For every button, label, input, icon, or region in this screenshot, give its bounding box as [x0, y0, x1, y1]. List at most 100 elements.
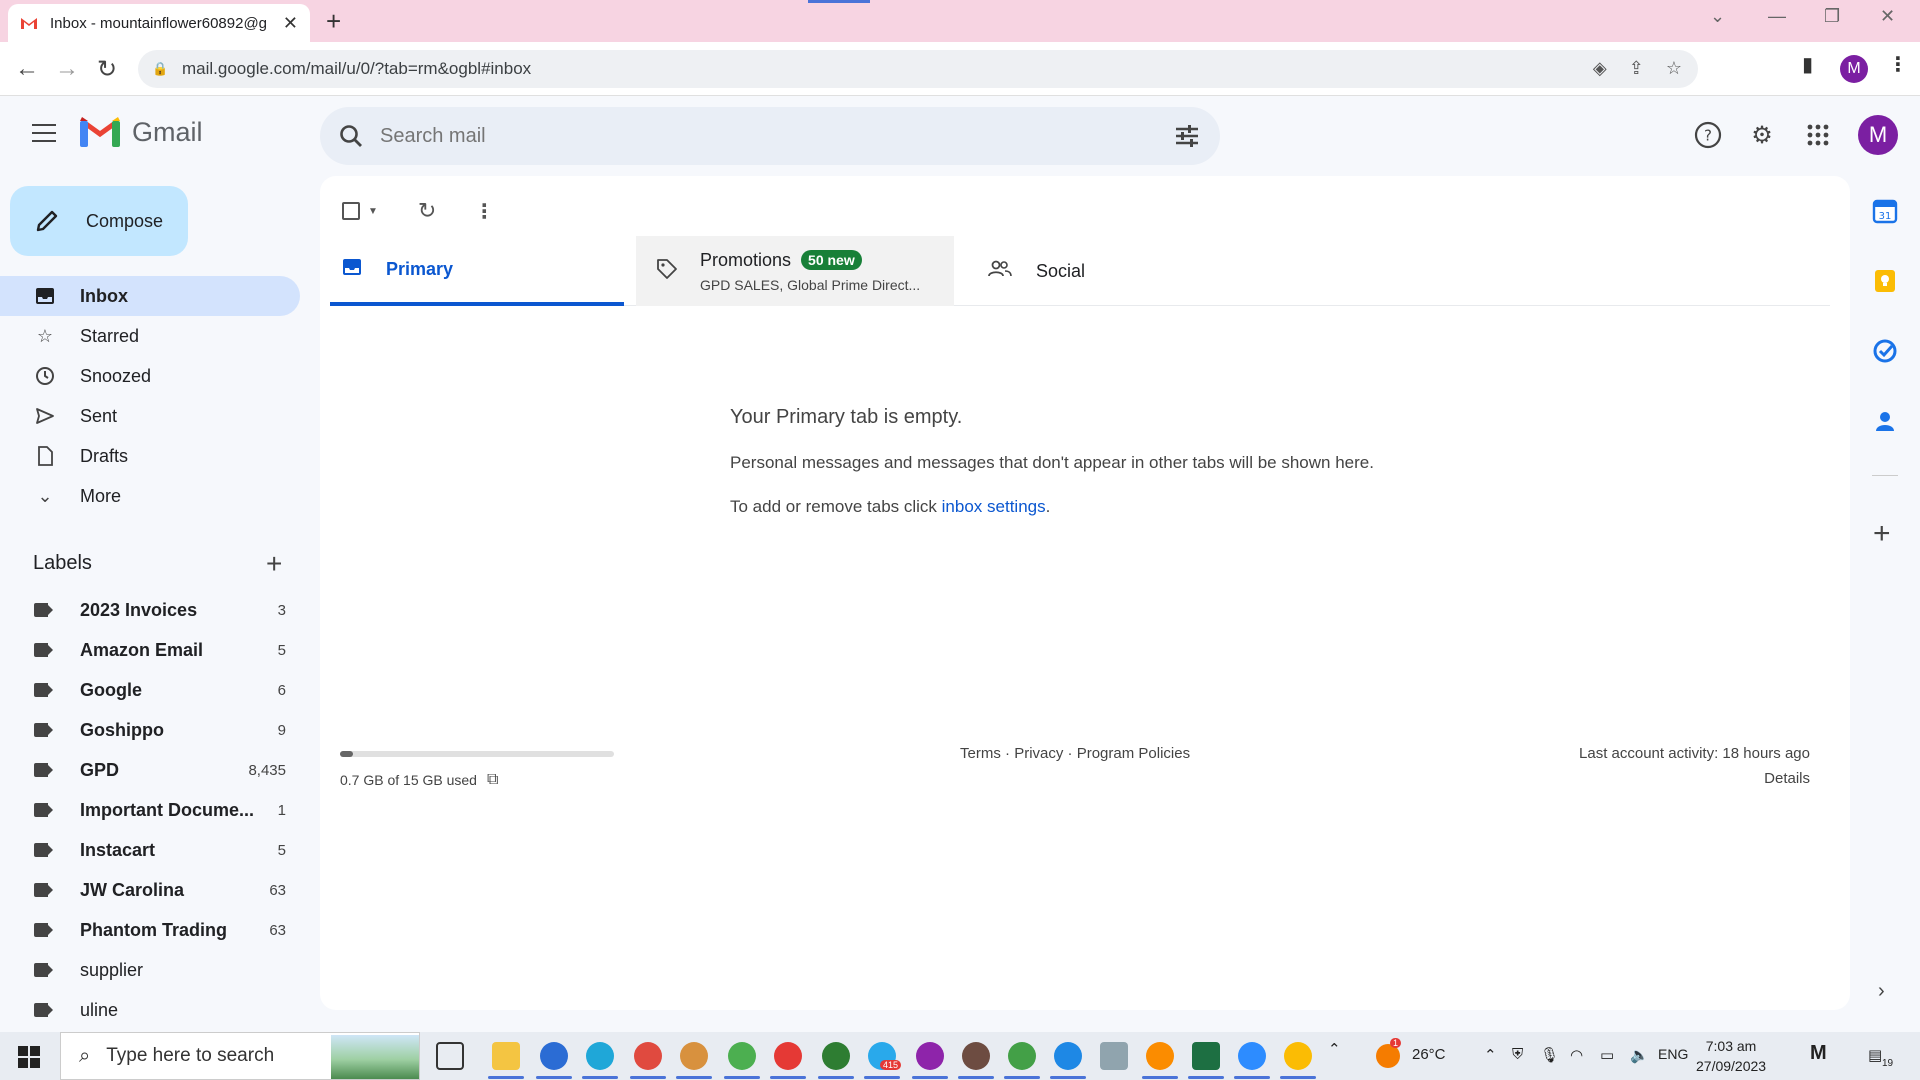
notepad-icon[interactable] [1100, 1042, 1128, 1070]
calendar-icon[interactable]: 31 [1872, 198, 1898, 224]
label-item[interactable]: Phantom Trading 63 [0, 910, 300, 950]
refresh-icon[interactable]: ↻ [418, 198, 436, 224]
help-icon[interactable]: ? [1694, 121, 1722, 149]
chrome-profile-7-icon[interactable] [958, 1042, 994, 1079]
language-indicator[interactable]: ENG [1658, 1046, 1688, 1062]
label-item[interactable]: Goshippo 9 [0, 710, 300, 750]
browser-tab-title: Inbox - mountainflower60892@g [50, 14, 268, 32]
tab-search-chevron-icon[interactable]: ⌄ [1710, 6, 1725, 27]
chrome-icon[interactable] [1280, 1042, 1316, 1079]
notifications-icon[interactable]: ▤ [1868, 1046, 1882, 1064]
microphone-icon[interactable]: 🎙 [1540, 1046, 1559, 1064]
chrome-menu-icon[interactable]: ⋮ [1888, 52, 1908, 77]
contacts-icon[interactable] [1872, 408, 1898, 434]
taskbar-search-box[interactable]: ⌕ Type here to search [60, 1032, 420, 1080]
file-explorer-icon[interactable] [488, 1042, 524, 1079]
google-apps-icon[interactable] [1804, 121, 1832, 149]
show-hidden-icons-icon[interactable]: ⌃ [1484, 1046, 1497, 1064]
nav-item-more[interactable]: ⌄ More [0, 476, 300, 516]
nav-item-starred[interactable]: ☆ Starred [0, 316, 300, 356]
forward-arrow-icon[interactable]: → [52, 54, 82, 84]
terms-link[interactable]: Terms [960, 745, 1001, 762]
tab-primary[interactable]: Primary [330, 236, 624, 306]
chrome-profile-8-icon[interactable] [1004, 1042, 1040, 1079]
tab-promotions[interactable]: Promotions 50 new GPD SALES, Global Prim… [636, 236, 954, 306]
eye-icon[interactable]: ◈ [1593, 58, 1607, 79]
chrome-profile-10-icon[interactable] [1142, 1042, 1178, 1079]
label-item[interactable]: supplier [0, 950, 300, 990]
label-item[interactable]: uline [0, 990, 300, 1030]
label-item[interactable]: JW Carolina 63 [0, 870, 300, 910]
side-panel-icon[interactable]: ▮ [1802, 52, 1813, 77]
snipping-tool-icon[interactable] [536, 1042, 572, 1079]
gmail-pinned-icon[interactable]: M [1810, 1042, 1827, 1065]
zoom-icon[interactable] [1234, 1042, 1270, 1079]
mail-toolbar: ▼ ↻ ⋮ [342, 196, 494, 226]
chrome-profile-5-icon[interactable] [818, 1042, 854, 1079]
label-item[interactable]: Important Docume... 1 [0, 790, 300, 830]
label-item[interactable]: Amazon Email 5 [0, 630, 300, 670]
gmail-logo-icon[interactable] [80, 117, 120, 147]
storage-usage[interactable]: 0.7 GB of 15 GB used ⧉ [340, 771, 498, 789]
bookmark-star-icon[interactable]: ☆ [1666, 58, 1682, 79]
open-external-icon[interactable]: ⧉ [487, 771, 498, 789]
chrome-profile-1-icon[interactable] [630, 1042, 666, 1079]
share-icon[interactable]: ⇪ [1629, 58, 1644, 79]
task-view-icon[interactable] [436, 1042, 464, 1070]
excel-icon[interactable] [1188, 1042, 1224, 1079]
settings-gear-icon[interactable]: ⚙ [1748, 121, 1776, 149]
hide-side-panel-chevron-icon[interactable]: › [1878, 980, 1885, 1003]
program-policies-link[interactable]: Program Policies [1077, 745, 1190, 762]
tab-social[interactable]: Social [970, 236, 1170, 306]
volume-icon[interactable]: 🔈 [1630, 1046, 1649, 1064]
label-item[interactable]: GPD 8,435 [0, 750, 300, 790]
tasks-icon[interactable] [1872, 338, 1898, 364]
more-options-icon[interactable]: ⋮ [474, 199, 494, 224]
chrome-profile-avatar[interactable]: M [1840, 55, 1868, 83]
label-item[interactable]: Google 6 [0, 670, 300, 710]
chrome-profile-3-icon[interactable] [724, 1042, 760, 1079]
close-tab-icon[interactable]: ✕ [283, 13, 298, 34]
keep-notes-icon[interactable] [1872, 268, 1898, 294]
account-avatar[interactable]: M [1858, 115, 1898, 155]
battery-icon[interactable]: ▭ [1600, 1046, 1614, 1064]
nav-item-drafts[interactable]: Drafts [0, 436, 300, 476]
chrome-profile-4-icon[interactable] [770, 1042, 806, 1079]
security-shield-icon[interactable]: ⛨ [1512, 1046, 1523, 1063]
back-arrow-icon[interactable]: ← [12, 54, 42, 84]
taskbar-scroll-chevron-icon[interactable]: ⌃ [1328, 1040, 1341, 1058]
nav-item-sent[interactable]: Sent [0, 396, 300, 436]
reload-icon[interactable]: ↻ [92, 54, 122, 84]
browser-tab-inbox[interactable]: Inbox - mountainflower60892@g ✕ [8, 4, 310, 42]
wifi-icon[interactable]: ◠ [1570, 1046, 1583, 1064]
minimize-icon[interactable]: — [1768, 6, 1786, 27]
nav-item-inbox[interactable]: Inbox [0, 276, 300, 316]
get-addons-plus-icon[interactable]: + [1873, 517, 1891, 551]
nav-item-snoozed[interactable]: Snoozed [0, 356, 300, 396]
restore-icon[interactable]: ❐ [1824, 6, 1840, 27]
address-bar[interactable]: 🔒 mail.google.com/mail/u/0/?tab=rm&ogbl#… [138, 50, 1698, 88]
select-all-checkbox[interactable] [342, 202, 360, 220]
inbox-settings-link[interactable]: inbox settings [942, 497, 1046, 516]
chrome-profile-6-icon[interactable] [912, 1042, 948, 1079]
nav-label: Drafts [80, 445, 129, 466]
label-item[interactable]: Instacart 5 [0, 830, 300, 870]
taskbar-clock[interactable]: 7:03 am 27/09/2023 [1696, 1036, 1766, 1076]
search-icon[interactable] [338, 123, 364, 149]
edge-browser-icon[interactable] [582, 1042, 618, 1079]
chrome-profile-9-icon[interactable] [1050, 1042, 1086, 1079]
privacy-link[interactable]: Privacy [1014, 745, 1063, 762]
compose-button[interactable]: Compose [10, 186, 188, 256]
create-label-icon[interactable]: + [266, 548, 282, 580]
label-item[interactable]: 2023 Invoices 3 [0, 590, 300, 630]
main-menu-icon[interactable] [32, 124, 56, 142]
search-input[interactable] [380, 124, 1140, 148]
windows-start-icon[interactable] [18, 1046, 40, 1068]
chrome-profile-2-icon[interactable] [676, 1042, 712, 1079]
temperature-text[interactable]: 26°C [1412, 1046, 1446, 1063]
select-dropdown-icon[interactable]: ▼ [368, 206, 378, 217]
close-window-icon[interactable]: ✕ [1880, 6, 1895, 27]
details-link[interactable]: Details [1579, 770, 1810, 787]
search-options-icon[interactable] [1174, 123, 1200, 149]
new-tab-icon[interactable]: + [326, 6, 341, 37]
